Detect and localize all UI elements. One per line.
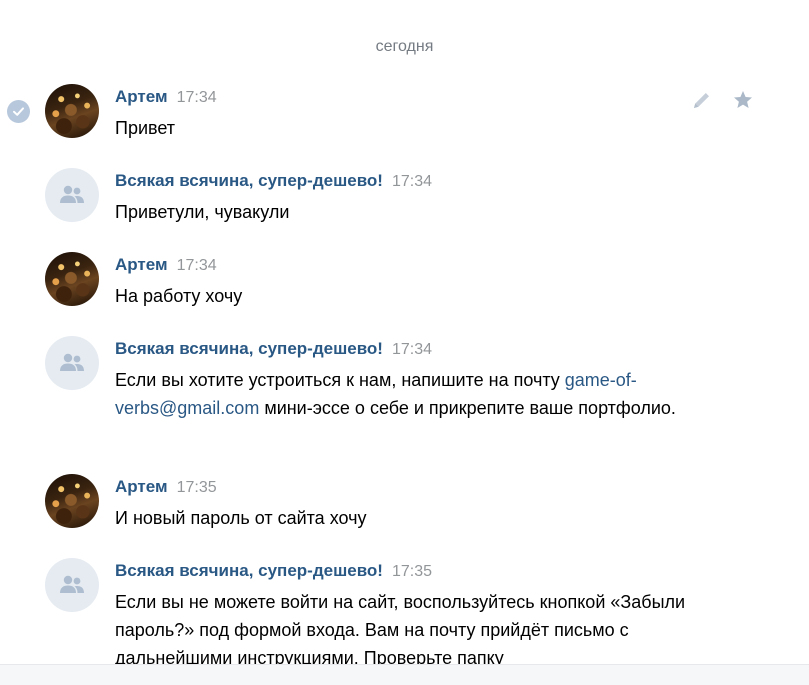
message-text-part: мини-эссе о себе и прикрепите ваше портф… bbox=[259, 398, 676, 418]
message-text: Если вы хотите устроиться к нам, напишит… bbox=[115, 366, 705, 422]
message-text: Приветули, чувакули bbox=[115, 202, 290, 222]
group-users-icon bbox=[60, 353, 84, 371]
message-text: Привет bbox=[115, 118, 176, 138]
message-time: 17:34 bbox=[391, 173, 433, 190]
message-time: 17:34 bbox=[176, 89, 217, 106]
message-text-part: Если вы хотите устроиться к нам, напишит… bbox=[115, 370, 565, 390]
message-author[interactable]: Всякая всячина, супер-дешево! bbox=[115, 171, 383, 190]
message-text: И новый пароль от сайта хочу bbox=[115, 508, 367, 528]
message-time: 17:35 bbox=[391, 563, 433, 580]
composer-area bbox=[0, 664, 809, 685]
avatar[interactable] bbox=[45, 558, 99, 612]
check-circle-icon[interactable] bbox=[7, 100, 30, 123]
avatar[interactable] bbox=[45, 84, 99, 138]
message-author[interactable]: Артем bbox=[115, 477, 168, 496]
group-users-icon bbox=[60, 575, 84, 593]
message-text: На работу хочу bbox=[115, 286, 243, 306]
chat-history: сегодня Артем 17:34 Привет Всякая всячин… bbox=[0, 0, 809, 664]
message-time: 17:34 bbox=[176, 257, 217, 274]
group-users-icon bbox=[60, 185, 84, 203]
message-time: 17:34 bbox=[391, 341, 433, 358]
message-author[interactable]: Всякая всячина, супер-дешево! bbox=[115, 561, 383, 580]
message-author[interactable]: Всякая всячина, супер-дешево! bbox=[115, 339, 383, 358]
message-time: 17:35 bbox=[176, 479, 217, 496]
star-icon[interactable] bbox=[732, 89, 754, 111]
avatar[interactable] bbox=[45, 336, 99, 390]
message-text: Если вы не можете войти на сайт, восполь… bbox=[115, 592, 686, 664]
avatar[interactable] bbox=[45, 474, 99, 528]
avatar[interactable] bbox=[45, 252, 99, 306]
message-author[interactable]: Артем bbox=[115, 255, 168, 274]
message-author[interactable]: Артем bbox=[115, 87, 168, 106]
date-separator: сегодня bbox=[375, 38, 434, 55]
avatar[interactable] bbox=[45, 168, 99, 222]
pencil-icon[interactable] bbox=[691, 89, 713, 111]
